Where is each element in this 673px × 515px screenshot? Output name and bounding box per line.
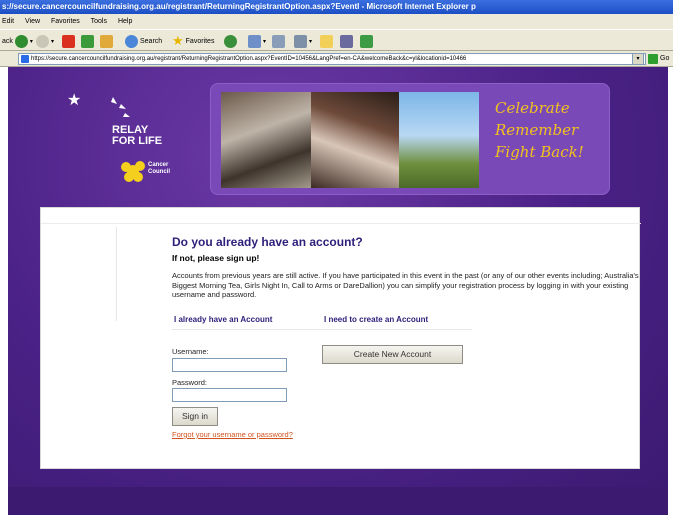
cancer-council-text: Cancer Council bbox=[148, 162, 170, 176]
spark-icon bbox=[111, 97, 117, 104]
go-label: Go bbox=[660, 55, 670, 62]
slogan: Celebrate Remember Fight Back! bbox=[495, 97, 584, 163]
divider bbox=[172, 329, 472, 330]
slogan-fight-back: Fight Back! bbox=[495, 143, 584, 161]
edit-icon bbox=[294, 34, 307, 48]
print-icon bbox=[272, 34, 285, 48]
crescent-moon-icon bbox=[64, 99, 117, 181]
council-line1: Cancer bbox=[148, 162, 169, 168]
logo-text: RELAY FOR LIFE bbox=[112, 125, 162, 147]
back-button[interactable]: ack ▾ bbox=[2, 33, 33, 49]
history-icon bbox=[224, 34, 237, 48]
home-button[interactable] bbox=[100, 33, 113, 49]
create-account-button[interactable]: Create New Account bbox=[322, 345, 463, 364]
stop-button[interactable] bbox=[62, 33, 75, 49]
folder-button[interactable] bbox=[320, 33, 333, 49]
back-label: ack bbox=[2, 37, 13, 45]
address-url: https://secure.cancercouncilfundraising.… bbox=[31, 56, 467, 62]
menu-tools[interactable]: Tools bbox=[91, 18, 107, 25]
forward-button[interactable]: ▾ bbox=[36, 33, 54, 49]
mail-button[interactable]: ▾ bbox=[248, 33, 266, 49]
refresh-button[interactable] bbox=[81, 33, 94, 49]
username-label: Username: bbox=[172, 347, 209, 356]
refresh-icon bbox=[81, 34, 94, 48]
messenger-button[interactable] bbox=[360, 33, 373, 49]
chevron-down-icon: ▾ bbox=[636, 56, 640, 62]
spark-icon bbox=[123, 113, 130, 117]
search-icon bbox=[125, 34, 138, 48]
divider bbox=[116, 227, 117, 321]
star-icon: ★ bbox=[172, 33, 184, 48]
username-input[interactable] bbox=[172, 358, 287, 372]
go-button[interactable]: Go bbox=[648, 53, 673, 65]
history-button[interactable] bbox=[224, 33, 237, 49]
footer bbox=[8, 487, 668, 515]
search-button[interactable]: Search bbox=[125, 33, 162, 49]
menu-help[interactable]: Help bbox=[118, 18, 132, 25]
browser-window: s://secure.cancercouncilfundraising.org.… bbox=[0, 0, 673, 515]
forward-icon bbox=[36, 34, 49, 48]
menu-favorites[interactable]: Favorites bbox=[51, 18, 80, 25]
address-input[interactable]: https://secure.cancercouncilfundraising.… bbox=[18, 53, 646, 65]
password-label: Password: bbox=[172, 378, 208, 387]
stop-icon bbox=[62, 34, 75, 48]
page-subtitle: If not, please sign up! bbox=[172, 253, 260, 263]
home-icon bbox=[100, 34, 113, 48]
edit-button[interactable]: ▾ bbox=[294, 33, 312, 49]
title-bar: s://secure.cancercouncilfundraising.org.… bbox=[0, 0, 673, 14]
password-input[interactable] bbox=[172, 388, 287, 402]
go-arrow-icon bbox=[648, 54, 658, 64]
menu-edit[interactable]: Edit bbox=[2, 18, 14, 25]
favorites-button[interactable]: ★ Favorites bbox=[172, 33, 214, 49]
tab-create-account: I need to create an Account bbox=[324, 315, 429, 324]
login-card: Do you already have an account? If not, … bbox=[40, 207, 641, 469]
mail-icon bbox=[248, 34, 261, 48]
photo-balloons bbox=[399, 92, 479, 188]
address-dropdown-button[interactable]: ▾ bbox=[632, 53, 644, 65]
star-icon: ★ bbox=[67, 92, 81, 109]
menu-view[interactable]: View bbox=[25, 18, 40, 25]
print-button[interactable] bbox=[272, 33, 285, 49]
folder-icon bbox=[320, 34, 333, 48]
window-title: s://secure.cancercouncilfundraising.org.… bbox=[2, 2, 476, 11]
dropdown-arrow-icon: ▾ bbox=[51, 38, 55, 45]
dropdown-arrow-icon: ▾ bbox=[29, 38, 33, 45]
slogan-remember: Remember bbox=[495, 121, 579, 139]
photo-crowd bbox=[221, 92, 311, 188]
research-icon bbox=[340, 34, 353, 48]
logo-line2: FOR LIFE bbox=[112, 135, 163, 147]
tab-existing-account: I already have an Account bbox=[174, 315, 273, 324]
forgot-password-link[interactable]: Forgot your username or password? bbox=[172, 430, 293, 439]
info-paragraph: Accounts from previous years are still a… bbox=[172, 271, 639, 299]
research-button[interactable] bbox=[340, 33, 353, 49]
page-icon bbox=[21, 55, 29, 63]
back-icon bbox=[14, 34, 28, 48]
spark-icon bbox=[119, 104, 126, 109]
menu-bar: Edit View Favorites Tools Help bbox=[0, 14, 673, 29]
page-title: Do you already have an account? bbox=[172, 235, 363, 249]
search-label: Search bbox=[140, 37, 163, 45]
dropdown-arrow-icon: ▾ bbox=[309, 38, 313, 45]
dropdown-arrow-icon: ▾ bbox=[263, 38, 267, 45]
photo-children bbox=[311, 92, 399, 188]
divider bbox=[41, 223, 641, 224]
address-bar: https://secure.cancercouncilfundraising.… bbox=[0, 51, 673, 67]
council-line2: Council bbox=[148, 169, 170, 175]
slogan-celebrate: Celebrate bbox=[495, 99, 570, 117]
page-content: ★ RELAY FOR LIFE Cancer Council Celebrat… bbox=[0, 67, 673, 515]
toolbar: ack ▾ ▾ Search ★ Favorites ▾ ▾ bbox=[0, 29, 673, 51]
messenger-icon bbox=[360, 34, 373, 48]
favorites-label: Favorites bbox=[185, 37, 215, 45]
sign-in-button[interactable]: Sign in bbox=[172, 407, 218, 426]
